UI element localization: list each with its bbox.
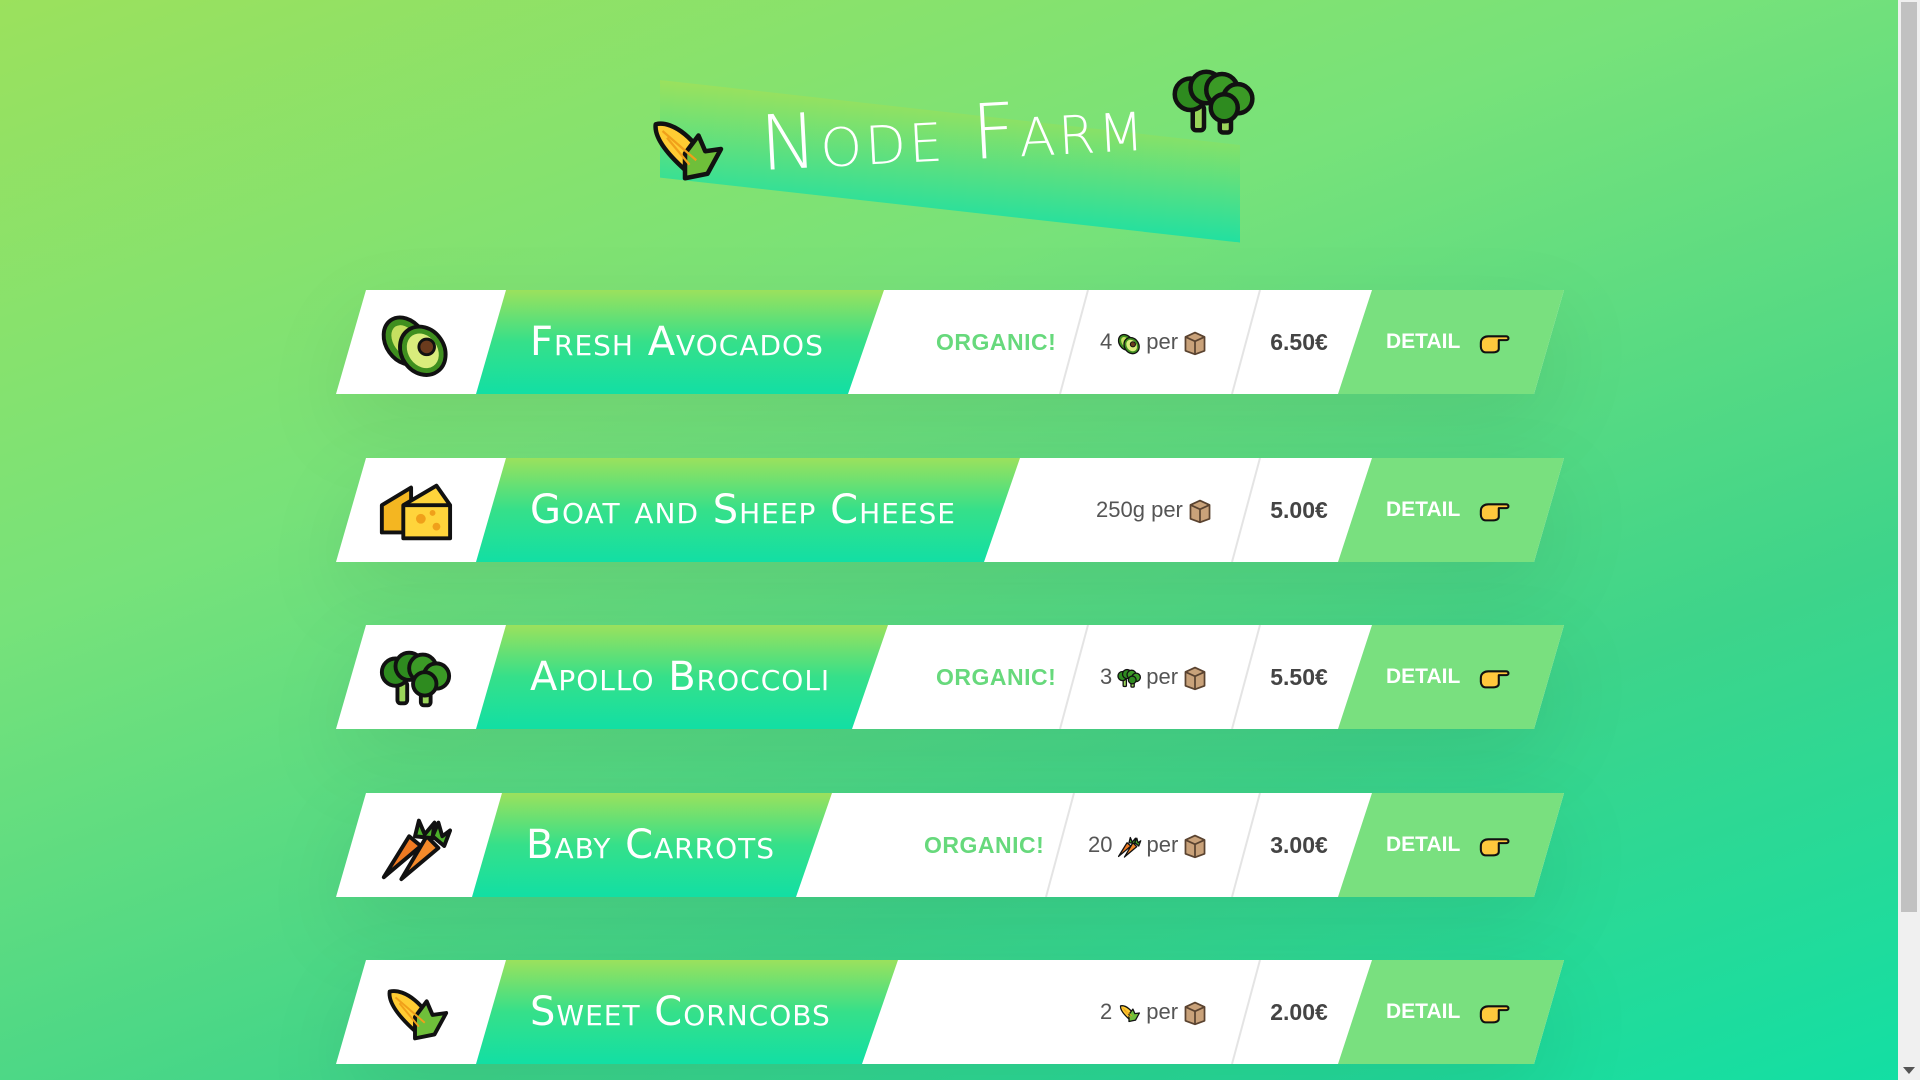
quantity-label: 250g per (1096, 458, 1217, 562)
carrot-icon (376, 807, 454, 885)
cheese-icon (376, 472, 454, 550)
product-card[interactable]: Apollo Broccoli ORGANIC! 3 per 5.50€ DETA… (336, 625, 1564, 729)
avocado-icon (376, 304, 454, 382)
price: 3.00€ (1270, 832, 1328, 858)
broccoli-icon (1116, 665, 1142, 691)
product-name[interactable]: Baby Carrots (526, 793, 775, 897)
detail-label[interactable]: DETAIL (1386, 330, 1460, 353)
avocado-icon (1116, 330, 1142, 356)
card-background (336, 960, 1564, 1064)
quantity-label: 3 per (1100, 625, 1212, 729)
vertical-scrollbar[interactable] (1898, 0, 1920, 1080)
quantity-label: 4 per (1100, 290, 1212, 394)
broccoli-icon (376, 639, 454, 717)
pointing-hand-icon[interactable] (1478, 329, 1512, 355)
quantity-value: 3 (1100, 664, 1113, 689)
broccoli-icon (1168, 56, 1258, 146)
detail-label[interactable]: DETAIL (1386, 1000, 1460, 1023)
product-card[interactable]: Goat and Sheep Cheese 250g per 5.00€ DET… (336, 458, 1564, 562)
corn-icon (376, 974, 454, 1052)
header: Node Farm (0, 0, 1898, 240)
product-name[interactable]: Goat and Sheep Cheese (530, 458, 956, 562)
price: 5.00€ (1270, 497, 1328, 523)
detail-label[interactable]: DETAIL (1386, 498, 1460, 521)
quantity-value: 2 (1100, 999, 1113, 1024)
box-icon (1182, 833, 1208, 859)
carrot-icon (1116, 833, 1142, 859)
quantity-value: 4 (1100, 329, 1113, 354)
per-label: per (1151, 497, 1183, 522)
box-icon (1187, 498, 1213, 524)
per-label: per (1146, 999, 1179, 1024)
product-name[interactable]: Fresh Avocados (530, 290, 824, 394)
pointing-hand-icon[interactable] (1478, 497, 1512, 523)
page-title: Node Farm (757, 78, 1149, 188)
detail-button[interactable]: DETAIL (1386, 458, 1512, 562)
detail-button[interactable]: DETAIL (1386, 960, 1512, 1064)
product-name[interactable]: Sweet Corncobs (530, 960, 831, 1064)
price: 5.50€ (1270, 664, 1328, 690)
product-card[interactable]: Sweet Corncobs 2 per 2.00€ DETAIL (336, 960, 1564, 1064)
box-icon (1182, 1000, 1208, 1026)
product-name[interactable]: Apollo Broccoli (530, 625, 830, 729)
organic-badge: ORGANIC! (924, 832, 1045, 858)
detail-button[interactable]: DETAIL (1386, 290, 1512, 394)
price: 2.00€ (1270, 999, 1328, 1025)
price: 6.50€ (1270, 329, 1328, 355)
organic-badge: ORGANIC! (936, 664, 1057, 690)
per-label: per (1146, 664, 1179, 689)
detail-label[interactable]: DETAIL (1386, 833, 1460, 856)
box-icon (1182, 330, 1208, 356)
detail-button[interactable]: DETAIL (1386, 793, 1512, 897)
product-card[interactable]: Fresh Avocados ORGANIC! 4 per 6.50€ DETAI… (336, 290, 1564, 394)
pointing-hand-icon[interactable] (1478, 999, 1512, 1025)
per-label: per (1146, 329, 1179, 354)
pointing-hand-icon[interactable] (1478, 664, 1512, 690)
pointing-hand-icon[interactable] (1478, 832, 1512, 858)
corn-icon (1116, 1000, 1142, 1026)
per-label: per (1146, 832, 1179, 857)
detail-button[interactable]: DETAIL (1386, 625, 1512, 729)
scroll-down-arrow-icon[interactable] (1903, 1067, 1915, 1074)
organic-badge: ORGANIC! (936, 329, 1057, 355)
quantity-label: 2 per (1100, 960, 1212, 1064)
scrollbar-thumb[interactable] (1901, 2, 1917, 912)
quantity-value: 250g (1096, 497, 1145, 522)
detail-label[interactable]: DETAIL (1386, 665, 1460, 688)
corn-icon (640, 104, 730, 194)
quantity-value: 20 (1088, 832, 1113, 857)
box-icon (1182, 665, 1208, 691)
quantity-label: 20 per (1088, 793, 1212, 897)
product-card[interactable]: Baby Carrots ORGANIC! 20 per 3.00€ DETAIL (336, 793, 1564, 897)
